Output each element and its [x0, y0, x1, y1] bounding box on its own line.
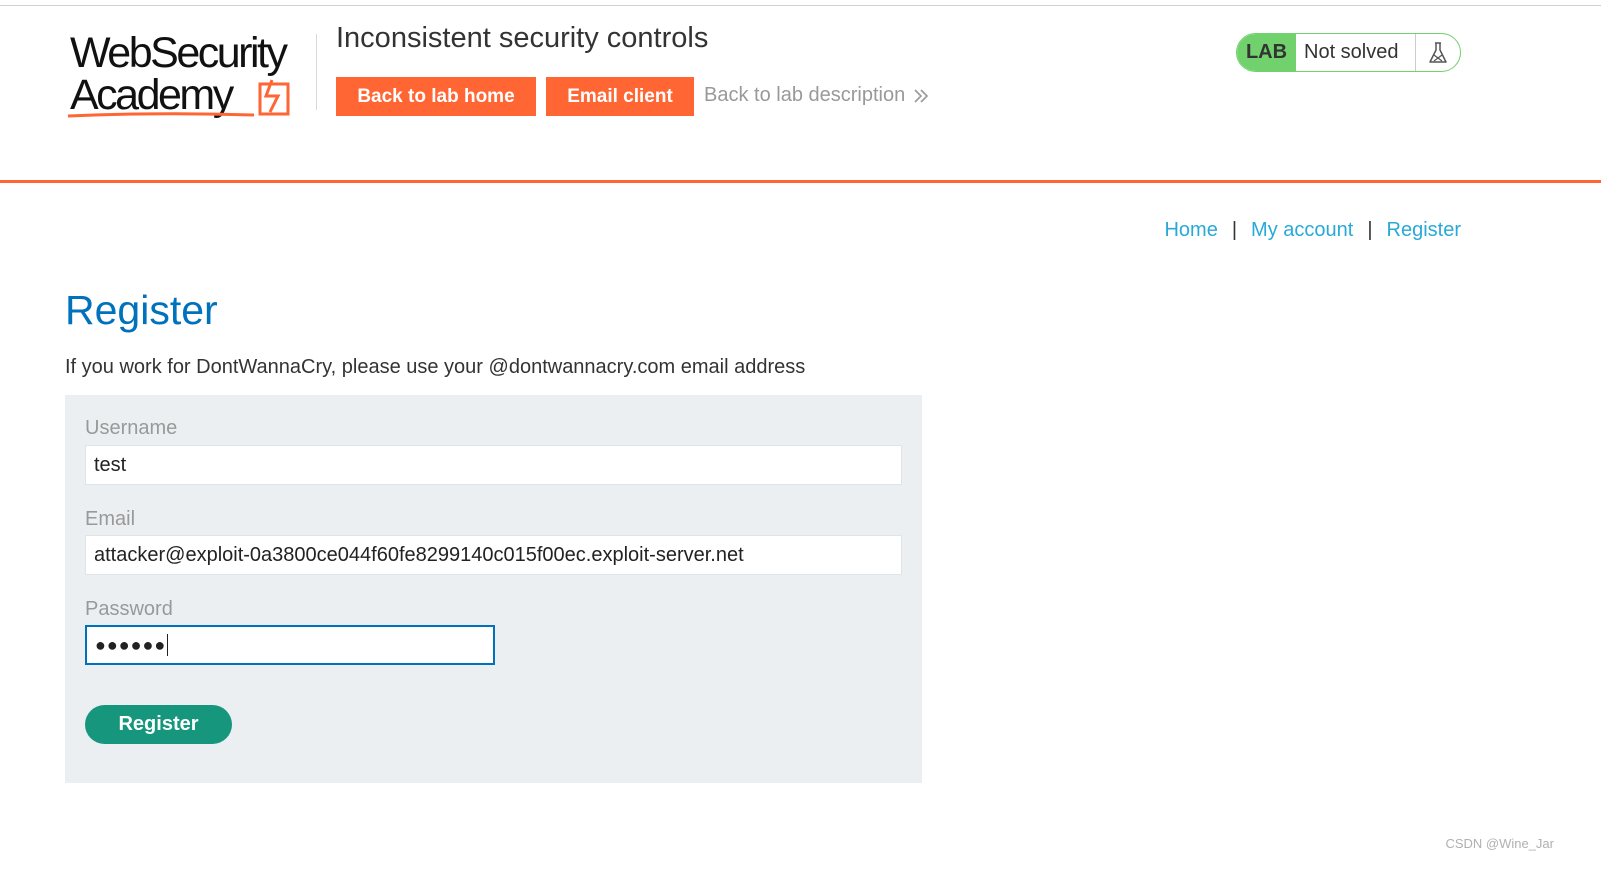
- intro-text: If you work for DontWannaCry, please use…: [65, 356, 806, 378]
- nav-register-link[interactable]: Register: [1387, 219, 1461, 242]
- logo-text-line1: WebSecurity: [70, 29, 288, 77]
- lab-status-text: Not solved: [1304, 41, 1399, 63]
- back-to-lab-description-link[interactable]: Back to lab description: [704, 84, 929, 107]
- password-masked-value: ●●●●●●: [95, 634, 167, 655]
- password-label: Password: [85, 598, 173, 620]
- email-input[interactable]: attacker@exploit-0a3800ce044f60fe8299140…: [85, 535, 902, 575]
- back-to-lab-description-label: Back to lab description: [704, 84, 906, 106]
- watermark: CSDN @Wine_Jar: [1445, 836, 1554, 851]
- header-separator: [0, 180, 1601, 183]
- text-cursor: [167, 634, 169, 656]
- header-divider: [316, 34, 317, 110]
- top-border: [0, 5, 1601, 6]
- nav-separator: |: [1367, 219, 1373, 241]
- lab-status-widget: LAB Not solved: [1236, 33, 1461, 72]
- nav-home-link[interactable]: Home: [1164, 219, 1217, 242]
- username-label: Username: [85, 417, 178, 439]
- username-input[interactable]: test: [85, 445, 902, 485]
- email-label: Email: [85, 508, 136, 530]
- page: WebSecurity Academy Inconsistent securit…: [0, 0, 1601, 877]
- register-button[interactable]: Register: [85, 705, 232, 744]
- double-chevron-right-icon: [914, 88, 929, 103]
- email-client-button[interactable]: Email client: [546, 77, 694, 116]
- logo-underline: [67, 112, 255, 118]
- lab-title: Inconsistent security controls: [336, 22, 709, 54]
- nav-my-account-link[interactable]: My account: [1251, 219, 1353, 242]
- lab-badge: LAB: [1237, 34, 1296, 71]
- page-title: Register: [65, 287, 218, 333]
- nav-separator: |: [1231, 219, 1238, 241]
- password-input[interactable]: ●●●●●●: [85, 625, 495, 665]
- register-form: Username test Email attacker@exploit-0a3…: [65, 395, 922, 783]
- top-navigation: Home | My account | Register: [1164, 219, 1461, 242]
- web-security-academy-logo[interactable]: WebSecurity Academy: [66, 30, 316, 122]
- back-to-lab-home-button[interactable]: Back to lab home: [336, 77, 536, 116]
- lightning-bolt-icon: [258, 79, 290, 116]
- flask-icon: [1415, 34, 1460, 71]
